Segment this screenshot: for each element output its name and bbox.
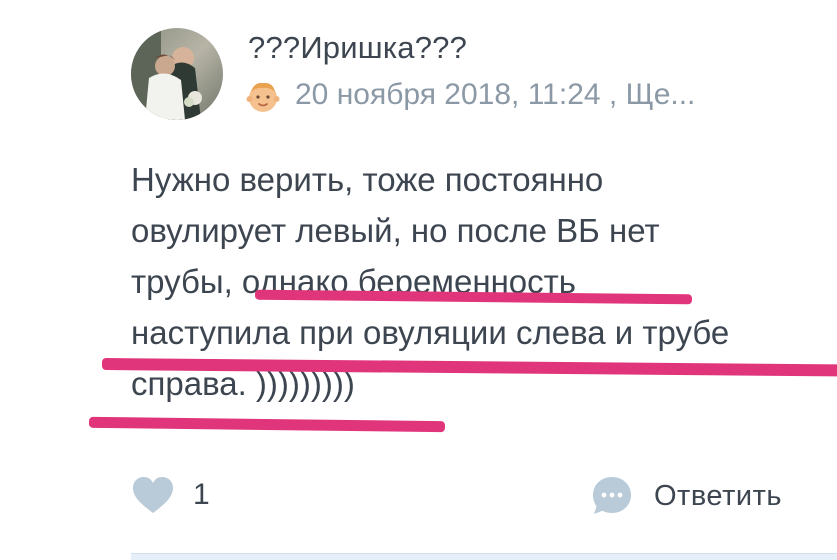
comment-meta: 20 ноября 2018, 11:24 , Ще...: [295, 78, 693, 111]
baby-face-icon: [246, 78, 280, 114]
comment-line: Нужно верить, тоже постоянно: [131, 161, 604, 198]
like-count: 1: [193, 478, 210, 511]
reply-label: Ответить: [654, 479, 782, 512]
author-name[interactable]: ???Иришка???: [248, 30, 467, 66]
comment-line: овулирует левый, но после ВБ нет: [131, 212, 660, 249]
next-comment-edge: [131, 553, 837, 560]
reply-button[interactable]: Ответить: [590, 473, 782, 519]
heart-icon: [133, 477, 173, 513]
highlight-underline: [88, 416, 446, 433]
avatar-photo: [131, 28, 223, 120]
like-button[interactable]: [131, 475, 175, 515]
comment-line: наступила при овуляции слева и трубе: [131, 314, 730, 351]
chat-bubble-icon: [593, 477, 631, 514]
comment-card: ???Иришка??? 20 ноября 2018, 11:24 , Ще.…: [0, 0, 837, 560]
avatar[interactable]: [131, 28, 223, 120]
